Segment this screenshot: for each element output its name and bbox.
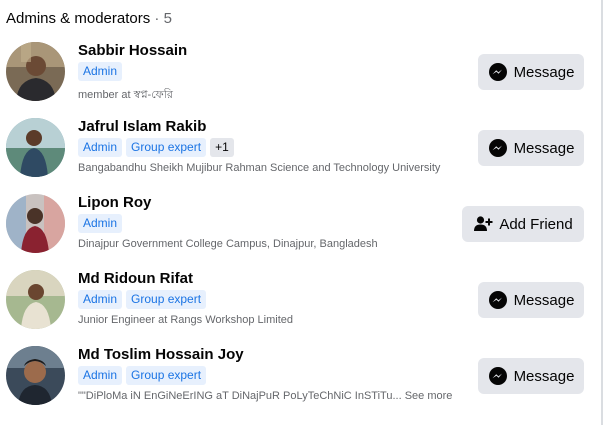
member-name[interactable]: Sabbir Hossain [78,42,187,59]
subtitle-text: Dinajpur Government College Campus, Dina… [78,238,378,250]
avatar[interactable] [6,270,65,329]
message-button-label: Message [513,367,575,385]
badge-list: Admin [78,214,123,233]
section-count: 5 [163,10,172,27]
group-expert-badge: Group expert [126,138,207,157]
admin-badge: Admin [78,290,123,309]
badge-list: Admin Group expert [78,366,207,385]
badge-list: Admin Group expert [78,290,207,309]
admin-badge: Admin [78,214,123,233]
messenger-icon [488,139,507,157]
member-name[interactable]: Jafrul Islam Rakib [78,118,206,135]
avatar[interactable] [6,42,65,101]
member-row: Md Ridoun Rifat Admin Group expert Junio… [0,270,600,346]
add-friend-icon [474,216,493,231]
message-button[interactable]: Message [478,54,584,90]
messenger-icon [488,367,507,385]
member-name[interactable]: Md Ridoun Rifat [78,270,193,287]
add-friend-button-label: Add Friend [499,215,573,233]
member-name[interactable]: Md Toslim Hossain Joy [78,346,244,363]
member-row: Jafrul Islam Rakib Admin Group expert +1… [0,118,600,194]
message-button[interactable]: Message [478,358,584,394]
member-subtitle: Bangabandhu Sheikh Mujibur Rahman Scienc… [78,162,440,174]
badge-list: Admin Group expert +1 [78,138,234,157]
subtitle-text: ""DiPloMa iN EnGiNeErING aT DiNajPuR PoL… [78,390,402,402]
admin-badge: Admin [78,138,123,157]
member-row: Lipon Roy Admin Dinajpur Government Coll… [0,194,600,270]
message-button-label: Message [513,139,575,157]
avatar[interactable] [6,118,65,177]
message-button[interactable]: Message [478,130,584,166]
message-button-label: Message [513,63,575,81]
message-button[interactable]: Message [478,282,584,318]
subtitle-text: member at স্বপ্ন-ফেরি [78,89,173,101]
section-title: Admins & moderators [6,10,151,27]
subtitle-text: Junior Engineer at Rangs Workshop Limite… [78,314,294,326]
badge-list: Admin [78,62,123,81]
group-expert-badge: Group expert [126,290,207,309]
admin-badge: Admin [78,366,123,385]
member-subtitle: Dinajpur Government College Campus, Dina… [78,238,378,250]
messenger-icon [488,291,507,309]
section-header: Admins & moderators · 5 [6,10,172,27]
section-separator: · [150,10,164,27]
member-row: Md Toslim Hossain Joy Admin Group expert… [0,346,600,422]
member-subtitle: Junior Engineer at Rangs Workshop Limite… [78,314,293,326]
message-button-label: Message [513,291,575,309]
more-badges[interactable]: +1 [210,138,234,157]
add-friend-button[interactable]: Add Friend [462,206,584,242]
subtitle-text: Bangabandhu Sheikh Mujibur Rahman Scienc… [78,162,441,174]
avatar[interactable] [6,346,65,405]
admin-badge: Admin [78,62,123,81]
member-subtitle: ""DiPloMa iN EnGiNeErING aT DiNajPuR PoL… [78,390,452,402]
avatar[interactable] [6,194,65,253]
member-row: Sabbir Hossain Admin member at স্বপ্ন-ফে… [0,42,600,118]
member-name[interactable]: Lipon Roy [78,194,151,211]
member-subtitle: member at স্বপ্ন-ফেরি [78,86,173,105]
messenger-icon [488,63,507,81]
see-more-link[interactable]: See more [405,390,453,402]
group-expert-badge: Group expert [126,366,207,385]
